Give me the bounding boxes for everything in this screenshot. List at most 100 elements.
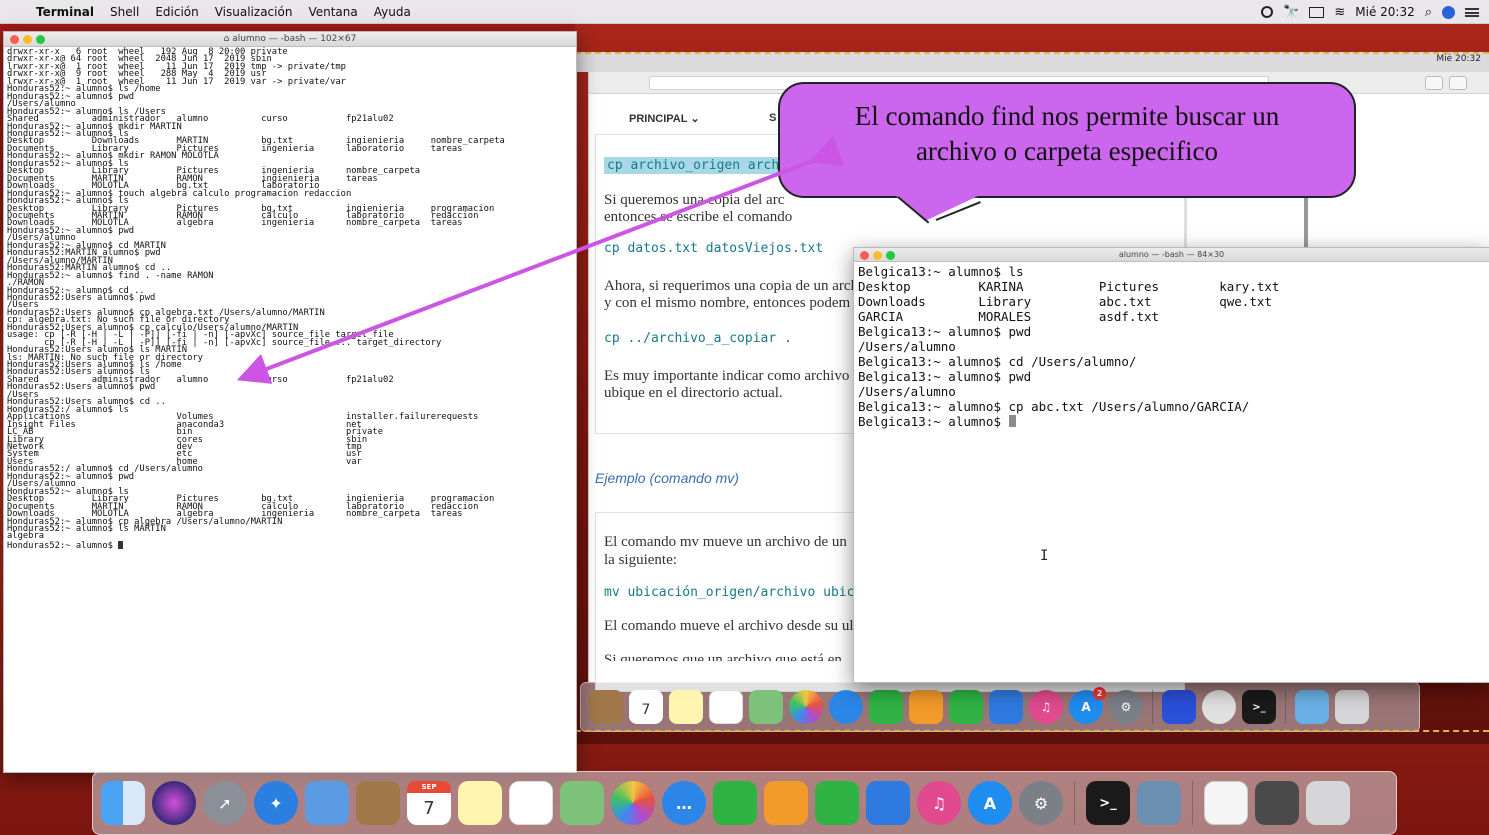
menu-shell[interactable]: Shell xyxy=(102,5,147,19)
callout-line-1: El comando find nos permite buscar un xyxy=(854,101,1280,131)
code-cp-example: cp datos.txt datosViejos.txt xyxy=(604,241,824,256)
article-text: El comando mv mueve un archivo de un xyxy=(604,534,847,550)
remote-dock-terminal-icon[interactable]: >_ xyxy=(1242,690,1276,724)
article-text: Si queremos una copia del arc xyxy=(604,192,785,208)
stopwatch-icon[interactable] xyxy=(1261,6,1274,18)
dock-keynote-icon[interactable] xyxy=(866,781,910,825)
annotation-callout: El comando find nos permite buscar un ar… xyxy=(778,82,1356,198)
terminal-line: Belgica13:~ alumno$ xyxy=(858,414,1485,429)
dock-mail-icon[interactable] xyxy=(305,781,349,825)
dock-contacts-icon[interactable] xyxy=(356,781,400,825)
share-button[interactable] xyxy=(1425,76,1443,90)
terminal-cursor xyxy=(1008,415,1016,427)
tabs-button[interactable] xyxy=(1449,76,1467,90)
article-text: la siguiente: xyxy=(604,552,677,568)
search-icon[interactable]: ⌕ xyxy=(1425,5,1432,20)
remote-dock-owl-icon[interactable] xyxy=(1202,690,1236,724)
code-cp-syntax: cp archivo_origen archi xyxy=(604,157,791,174)
dock-safari-icon[interactable]: ✦ xyxy=(254,781,298,825)
terminal-line: Honduras52:Users alumno$ pwd xyxy=(7,382,156,393)
dock-window-icon[interactable] xyxy=(1255,781,1299,825)
remote-terminal-window[interactable]: alumno — -bash — 84×30 Belgica13:~ alumn… xyxy=(853,247,1489,683)
terminal-line: /Users/alumno xyxy=(858,339,956,354)
remote-dock-messages-icon[interactable] xyxy=(829,690,863,724)
remote-dock-preferences-icon[interactable]: ⚙ xyxy=(1109,690,1143,724)
terminal-window[interactable]: ⌂ alumno — -bash — 102×67 drwxr-xr-x 6 r… xyxy=(3,31,577,773)
remote-dock-pages-icon[interactable] xyxy=(909,690,943,724)
dock-calendar-icon[interactable]: SEP 7 xyxy=(407,781,451,825)
article-text: ubique en el directorio actual. xyxy=(604,385,783,401)
remote-dock-screen-share-icon[interactable] xyxy=(1162,690,1196,724)
menu-ayuda[interactable]: Ayuda xyxy=(366,5,419,19)
binoculars-icon[interactable]: 🔭 xyxy=(1283,5,1299,20)
menu-visualizacion[interactable]: Visualización xyxy=(207,5,301,19)
terminal-line: Honduras52:Users alumno$ pwd xyxy=(7,292,156,303)
article-text: entonces se escribe el comando xyxy=(604,209,793,225)
remote-dock-notes-icon[interactable] xyxy=(669,690,703,724)
menu-clock[interactable]: Mié 20:32 xyxy=(1355,5,1414,19)
close-button[interactable] xyxy=(860,251,869,260)
dock-itunes-icon[interactable]: ♫ xyxy=(917,781,961,825)
dock-separator xyxy=(1192,781,1193,825)
remote-dock-numbers-icon[interactable] xyxy=(949,690,983,724)
wifi-icon[interactable]: ≋ xyxy=(1334,5,1345,20)
article-text: y con el mismo nombre, entonces podem xyxy=(604,295,851,311)
remote-dock: 7 ♫ A 2 ⚙ >_ xyxy=(580,682,1420,732)
screen-mirror-icon[interactable] xyxy=(1309,6,1325,18)
dock-maps-icon[interactable] xyxy=(560,781,604,825)
menu-edicion[interactable]: Edición xyxy=(147,5,206,19)
terminal-line: Honduras52:~ alumno$ pwd xyxy=(7,225,135,236)
dock-appstore-icon[interactable]: A xyxy=(968,781,1012,825)
remote-dock-separator xyxy=(1285,690,1286,724)
remote-dock-calendar-icon[interactable]: 7 xyxy=(629,690,663,724)
minimize-button[interactable] xyxy=(873,251,882,260)
remote-terminal-output[interactable]: Belgica13:~ alumno$ ls Desktop KARINA Pic… xyxy=(854,262,1489,682)
terminal-line: Honduras52:~ alumno$ find . -name RAMON xyxy=(7,270,214,281)
terminal-line: /Users/alumno xyxy=(858,384,956,399)
close-button[interactable] xyxy=(10,35,19,44)
remote-dock-itunes-icon[interactable]: ♫ xyxy=(1029,690,1063,724)
remote-dock-appstore-icon[interactable]: A 2 xyxy=(1069,687,1106,724)
terminal-line: algebra xyxy=(7,531,45,542)
dock-launchpad-icon[interactable]: ➚ xyxy=(203,781,247,825)
terminal-titlebar[interactable]: ⌂ alumno — -bash — 102×67 xyxy=(4,32,576,47)
zoom-button[interactable] xyxy=(886,251,895,260)
dock-preview-icon[interactable] xyxy=(1137,781,1181,825)
remote-dock-trash-icon[interactable] xyxy=(1335,690,1369,724)
terminal-cursor xyxy=(118,540,124,549)
dock-pages-icon[interactable] xyxy=(764,781,808,825)
dock-textedit-icon[interactable] xyxy=(1204,781,1248,825)
terminal-line: Belgica13:~ alumno$ pwd xyxy=(858,324,1032,339)
home-folder-icon: ⌂ xyxy=(223,34,233,44)
remote-dock-keynote-icon[interactable] xyxy=(989,690,1023,724)
menu-app-name[interactable]: Terminal xyxy=(28,5,102,19)
dock-preferences-icon[interactable]: ⚙ xyxy=(1019,781,1063,825)
remote-dock-facetime-icon[interactable] xyxy=(869,690,903,724)
siri-icon[interactable] xyxy=(1442,5,1455,19)
dock-numbers-icon[interactable] xyxy=(815,781,859,825)
remote-dock-maps-icon[interactable] xyxy=(749,690,783,724)
zoom-button[interactable] xyxy=(36,35,45,44)
terminal-line: Belgica13:~ alumno$ pwd xyxy=(858,369,1032,384)
remote-dock-reminders-icon[interactable] xyxy=(709,690,743,724)
dock-reminders-icon[interactable] xyxy=(509,781,553,825)
nav-principal-menu[interactable]: PRINCIPAL ⌄ xyxy=(629,112,700,125)
minimize-button[interactable] xyxy=(23,35,32,44)
terminal-output[interactable]: drwxr-xr-x 6 root wheel 192 Aug 8 20:00 … xyxy=(4,47,576,772)
remote-terminal-titlebar[interactable]: alumno — -bash — 84×30 xyxy=(854,248,1489,262)
notification-center-icon[interactable] xyxy=(1465,7,1479,17)
remote-dock-photos-icon[interactable] xyxy=(789,690,823,724)
dock-facetime-icon[interactable] xyxy=(713,781,757,825)
remote-dock-downloads-icon[interactable] xyxy=(1295,690,1329,724)
dock: ➚ ✦ SEP 7 … ♫ A ⚙ >_ xyxy=(92,771,1397,835)
dock-finder-icon[interactable] xyxy=(101,781,145,825)
menu-ventana[interactable]: Ventana xyxy=(300,5,365,19)
dock-photos-icon[interactable] xyxy=(611,781,655,825)
dock-messages-icon[interactable]: … xyxy=(662,781,706,825)
dock-trash-icon[interactable] xyxy=(1306,781,1350,825)
dock-terminal-icon[interactable]: >_ xyxy=(1086,781,1130,825)
dock-notes-icon[interactable] xyxy=(458,781,502,825)
remote-dock-contacts-icon[interactable] xyxy=(589,690,623,724)
nav-second-menu[interactable]: S xyxy=(769,112,776,124)
dock-siri-icon[interactable] xyxy=(152,781,196,825)
